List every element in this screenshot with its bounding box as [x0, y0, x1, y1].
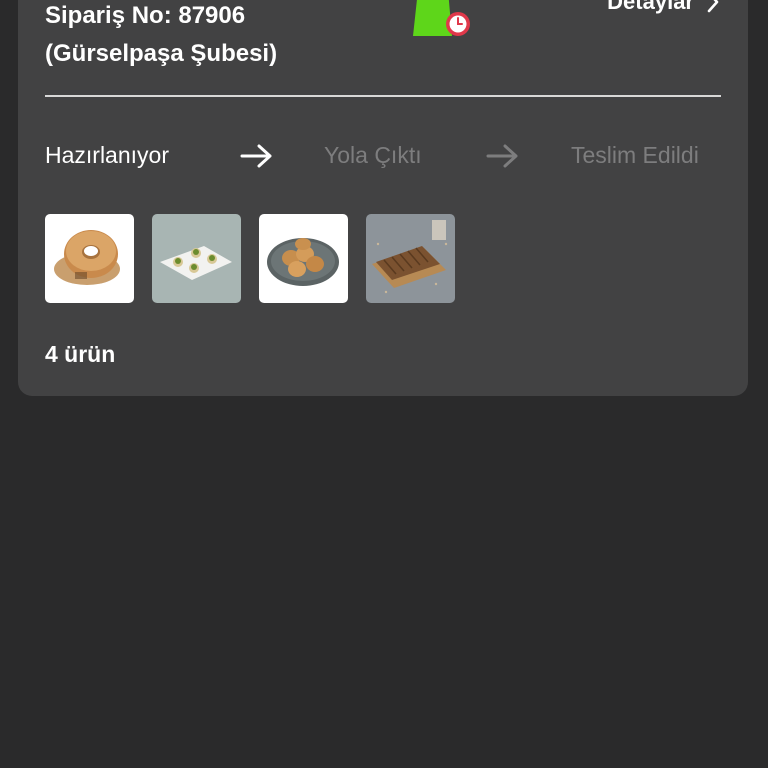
- order-title: Sipariş No: 87906 (Gürselpaşa Şubesi): [45, 0, 277, 73]
- details-label: Detaylar: [607, 0, 694, 14]
- order-number: Sipariş No: 87906: [45, 2, 246, 29]
- status-step-preparing: Hazırlanıyor: [45, 142, 169, 168]
- arrow-right-icon: [240, 144, 272, 168]
- divider: [45, 95, 721, 97]
- product-thumbnail-cookie-plate[interactable]: [259, 214, 348, 303]
- item-count: 4 ürün: [45, 341, 116, 367]
- pistachio-pastry-image: [152, 214, 241, 303]
- product-thumbnail-sliced-bread[interactable]: [366, 214, 455, 303]
- product-thumbnail-bagel[interactable]: [45, 214, 134, 303]
- shopping-bag-clock-icon: [408, 0, 474, 40]
- status-step-delivered: Teslim Edildi: [571, 142, 699, 168]
- chevron-right-icon: [707, 0, 719, 13]
- sliced-bread-image: [366, 214, 455, 303]
- bagel-image: [45, 214, 134, 303]
- arrow-right-icon: [486, 144, 518, 168]
- product-thumbnail-pistachio-pastry[interactable]: [152, 214, 241, 303]
- status-step-on-the-way: Yola Çıktı: [324, 142, 422, 168]
- details-link[interactable]: Detaylar: [607, 0, 720, 16]
- cookie-plate-image: [259, 214, 348, 303]
- order-branch: (Gürselpaşa Şubesi): [45, 40, 278, 67]
